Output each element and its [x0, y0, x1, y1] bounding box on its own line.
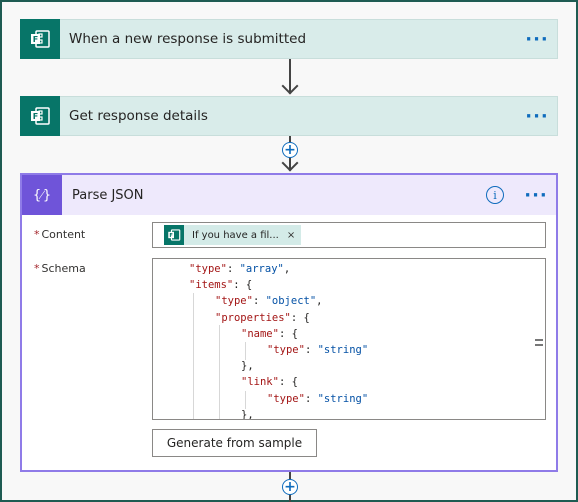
schema-token: }, [241, 408, 254, 420]
schema-token: , [283, 263, 291, 275]
details-title: Get response details [69, 108, 208, 124]
indent-guide [219, 325, 220, 419]
token-label: If you have a fil... [192, 229, 279, 241]
content-input[interactable]: F If you have a fil... × [152, 222, 546, 248]
details-more-button[interactable]: ··· [523, 106, 551, 127]
schema-token: : [233, 279, 246, 292]
details-card[interactable]: F Get response details ··· [20, 96, 558, 136]
trigger-more-button[interactable]: ··· [523, 29, 551, 50]
trigger-card[interactable]: F When a new response is submitted ··· [20, 19, 558, 59]
schema-token: : [304, 344, 318, 356]
schema-token: : [304, 392, 318, 405]
schema-token: "string" [317, 392, 369, 405]
forms-icon: F [20, 96, 60, 136]
svg-text:F: F [33, 112, 38, 121]
arrow-down-icon [281, 77, 299, 95]
schema-code-line: "type": "array", [189, 261, 290, 277]
schema-token: "name" [241, 327, 279, 340]
schema-token: : [290, 311, 304, 324]
parse-json-title: Parse JSON [72, 187, 144, 203]
schema-token: "link" [241, 376, 279, 389]
schema-token: : [226, 263, 240, 275]
schema-label: * Schema [34, 262, 86, 275]
schema-token: : [278, 327, 292, 340]
schema-code-line: "properties": { [215, 310, 310, 326]
schema-editor[interactable]: "type": "array", "items": {"type": "objec… [152, 258, 546, 420]
indent-guide [245, 391, 246, 409]
schema-code-line: "name": { [241, 326, 298, 342]
schema-code-line: }, [241, 358, 254, 374]
trigger-title: When a new response is submitted [69, 31, 307, 47]
schema-token: "items" [189, 279, 234, 292]
data-operation-icon: {⁄} [22, 175, 62, 215]
dynamic-content-token[interactable]: F If you have a fil... × [164, 225, 302, 245]
content-label: * Content [34, 228, 86, 241]
add-step-button[interactable]: + [282, 479, 298, 495]
schema-code-line: "items": { [189, 277, 252, 293]
forms-icon: F [164, 225, 184, 245]
schema-code-line: "type": "object", [215, 293, 323, 309]
schema-token: "properties" [215, 311, 291, 324]
schema-code-line: "type": "string" [267, 342, 368, 358]
forms-icon: F [20, 19, 60, 59]
schema-token: { [291, 327, 298, 340]
schema-code-line: "link": { [241, 374, 298, 390]
info-icon[interactable]: i [486, 186, 504, 204]
schema-token: : [278, 376, 292, 389]
schema-code-line: "type": "string" [267, 391, 368, 407]
schema-token: "type" [267, 392, 305, 405]
parse-json-card: {⁄} Parse JSON i ··· * Content F If you h… [20, 173, 558, 472]
schema-token: { [291, 376, 298, 389]
schema-token: : [252, 295, 266, 308]
svg-text:F: F [169, 233, 173, 239]
remove-token-icon[interactable]: × [287, 230, 295, 241]
schema-token: }, [241, 360, 254, 373]
schema-code-line: }, [241, 407, 254, 420]
schema-token: "type" [267, 344, 305, 356]
schema-token: { [245, 279, 253, 292]
generate-from-sample-button[interactable]: Generate from sample [152, 429, 317, 457]
schema-token: "array" [239, 263, 284, 275]
svg-text:F: F [33, 35, 38, 44]
schema-token: "object" [265, 295, 317, 308]
indent-guide [193, 293, 194, 419]
schema-token: { [303, 311, 310, 324]
parse-more-button[interactable]: ··· [522, 185, 550, 206]
schema-token: "type" [189, 263, 227, 275]
schema-token: , [316, 295, 323, 308]
schema-token: "string" [317, 344, 369, 356]
scrollbar[interactable] [535, 339, 543, 349]
parse-json-header[interactable]: {⁄} Parse JSON i ··· [22, 175, 556, 215]
schema-token: "type" [215, 295, 253, 308]
indent-guide [245, 342, 246, 360]
